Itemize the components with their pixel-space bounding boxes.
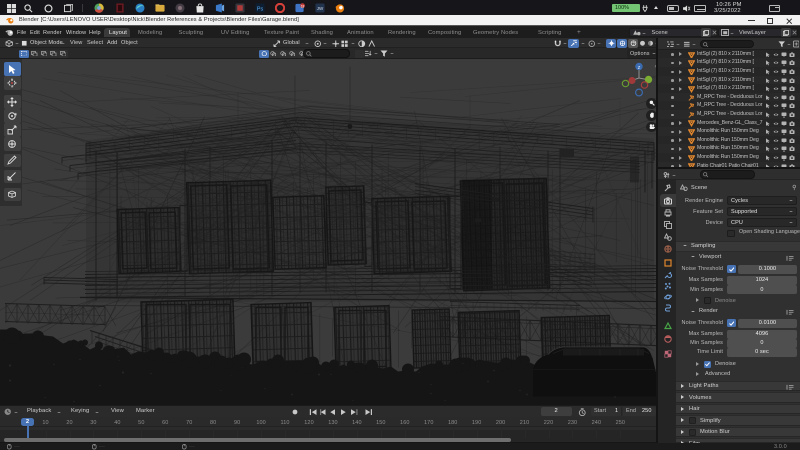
svg-text:z: z xyxy=(638,65,641,71)
svg-text:JW: JW xyxy=(317,6,324,11)
svg-text:18: 18 xyxy=(301,4,305,8)
svg-text:Ps: Ps xyxy=(257,6,264,12)
